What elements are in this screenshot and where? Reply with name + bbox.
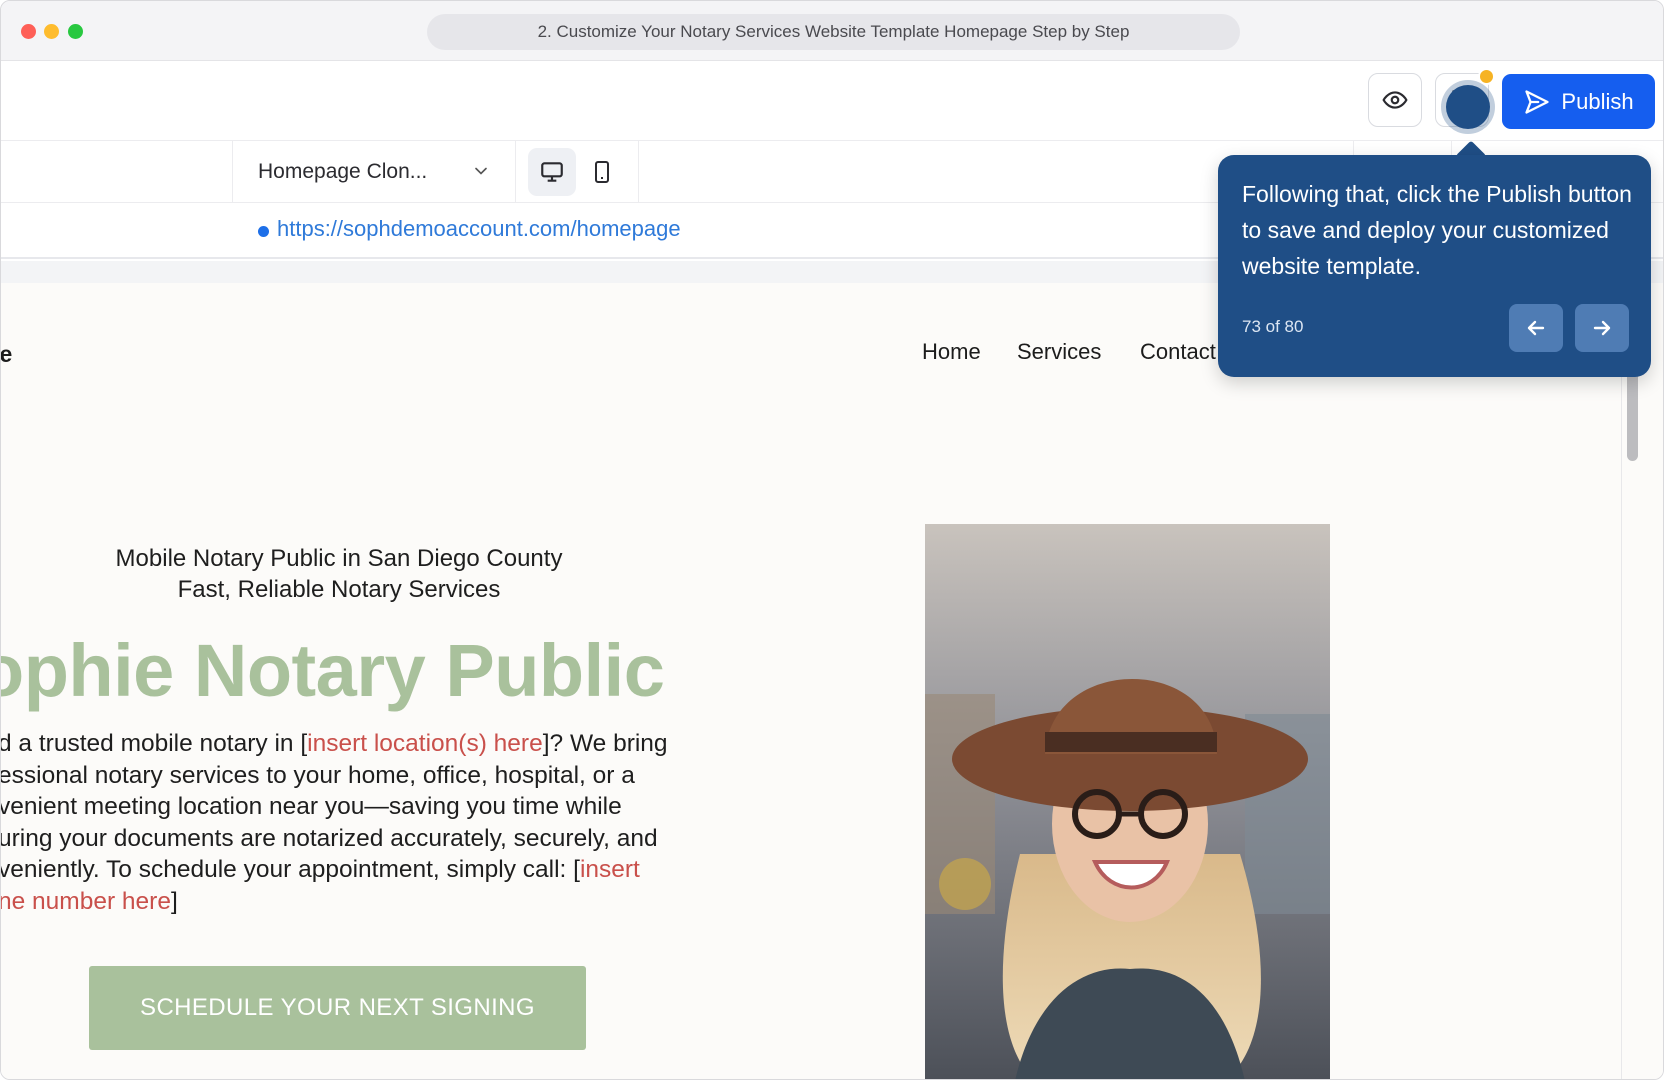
publish-label: Publish: [1561, 88, 1634, 114]
page-url-link[interactable]: https://sophdemoaccount.com/homepage: [277, 216, 681, 242]
notification-dot: [1478, 68, 1495, 85]
arrow-right-icon: [1593, 320, 1611, 336]
canvas-scrollbar[interactable]: [1621, 283, 1663, 1079]
send-icon: [1525, 89, 1550, 114]
desktop-icon: [541, 162, 563, 182]
placeholder-text: insert: [579, 856, 640, 884]
placeholder-text: ne number here: [1, 887, 171, 915]
tagline-line: Fast, Reliable Notary Services: [177, 576, 501, 603]
page-selector-value: Homepage Clon...: [258, 160, 428, 183]
window-title: 2. Customize Your Notary Services Websit…: [427, 14, 1240, 50]
close-window-button[interactable]: [21, 24, 36, 39]
device-switcher: [516, 141, 639, 203]
body-line: essional notary services to your home, o…: [1, 761, 635, 789]
editor-canvas: me Home Services Contact Mobile Notary P…: [1, 261, 1663, 1079]
publish-button[interactable]: Publish: [1502, 74, 1655, 129]
body-text: veniently. To schedule your appointment,…: [1, 856, 580, 884]
mobile-view-button[interactable]: [578, 148, 626, 196]
next-step-button[interactable]: [1575, 304, 1629, 352]
website-preview: me Home Services Contact Mobile Notary P…: [1, 283, 1621, 1079]
body-line: d a trusted mobile notary in [insert loc…: [1, 728, 718, 760]
step-counter: 73 of 80: [1242, 317, 1304, 336]
browser-window: 2. Customize Your Notary Services Websit…: [0, 0, 1664, 1080]
body-line: uring your documents are notarized accur…: [1, 824, 658, 852]
hero-description: d a trusted mobile notary in [insert loc…: [1, 728, 718, 918]
eye-icon: [1382, 91, 1408, 109]
body-line: ne number here]: [1, 886, 718, 918]
schedule-signing-button[interactable]: SCHEDULE YOUR NEXT SIGNING: [89, 966, 586, 1050]
guide-tooltip: Following that, click the Publish button…: [1218, 155, 1651, 377]
site-logo[interactable]: me: [1, 341, 12, 368]
nav-link-contact[interactable]: Contact: [1140, 339, 1216, 365]
arrow-left-icon: [1527, 320, 1545, 336]
previous-step-button[interactable]: [1509, 304, 1563, 352]
tooltip-text: Following that, click the Publish button…: [1242, 181, 1632, 279]
body-text: ]: [170, 887, 178, 915]
desktop-view-button[interactable]: [528, 148, 576, 196]
placeholder-text: insert location(s) here: [307, 730, 543, 757]
body-line: venient meeting location near you—saving…: [1, 793, 622, 821]
hero-title: ophie Notary Public: [1, 629, 665, 712]
status-dot: [258, 226, 269, 237]
nav-link-services[interactable]: Services: [1017, 339, 1101, 365]
title-bar: 2. Customize Your Notary Services Websit…: [1, 1, 1663, 61]
body-line: veniently. To schedule your appointment,…: [1, 854, 718, 886]
maximize-window-button[interactable]: [68, 24, 83, 39]
preview-button[interactable]: [1368, 73, 1422, 127]
chevron-down-icon: [475, 167, 487, 175]
mobile-icon: [595, 161, 609, 183]
hero-photo: [925, 524, 1330, 1079]
page-selector[interactable]: Homepage Clon...: [232, 141, 516, 203]
minimize-window-button[interactable]: [44, 24, 59, 39]
click-highlight-marker: [1446, 85, 1490, 129]
tagline-line: Mobile Notary Public in San Diego County: [115, 545, 563, 572]
body-text: d a trusted mobile notary in [: [1, 730, 308, 757]
hero-tagline: Mobile Notary Public in San Diego County…: [39, 543, 639, 605]
nav-link-home[interactable]: Home: [922, 339, 981, 365]
body-text: ]? We bring: [542, 730, 668, 757]
editor-toolbar: [1, 61, 1663, 141]
